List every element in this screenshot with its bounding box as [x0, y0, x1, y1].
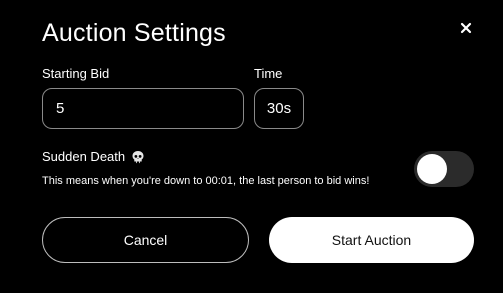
- sudden-death-description: This means when you're down to 00:01, th…: [42, 175, 370, 187]
- sudden-death-heading: Sudden Death: [42, 149, 145, 165]
- time-select[interactable]: 30s: [254, 88, 304, 129]
- sudden-death-toggle[interactable]: [414, 151, 474, 187]
- close-icon[interactable]: [458, 20, 474, 36]
- modal-title: Auction Settings: [42, 19, 226, 47]
- toggle-knob: [417, 154, 447, 184]
- skull-icon: [131, 150, 145, 164]
- starting-bid-input[interactable]: 5: [42, 88, 244, 129]
- time-value: 30s: [266, 100, 292, 117]
- sudden-death-label: Sudden Death: [42, 149, 126, 164]
- cancel-button[interactable]: Cancel: [42, 217, 249, 263]
- starting-bid-label: Starting Bid: [42, 66, 110, 81]
- auction-settings-modal: Auction Settings Starting Bid Time 5 30s…: [0, 0, 503, 293]
- start-auction-button[interactable]: Start Auction: [269, 217, 474, 263]
- time-label: Time: [254, 66, 283, 81]
- starting-bid-value: 5: [56, 100, 65, 117]
